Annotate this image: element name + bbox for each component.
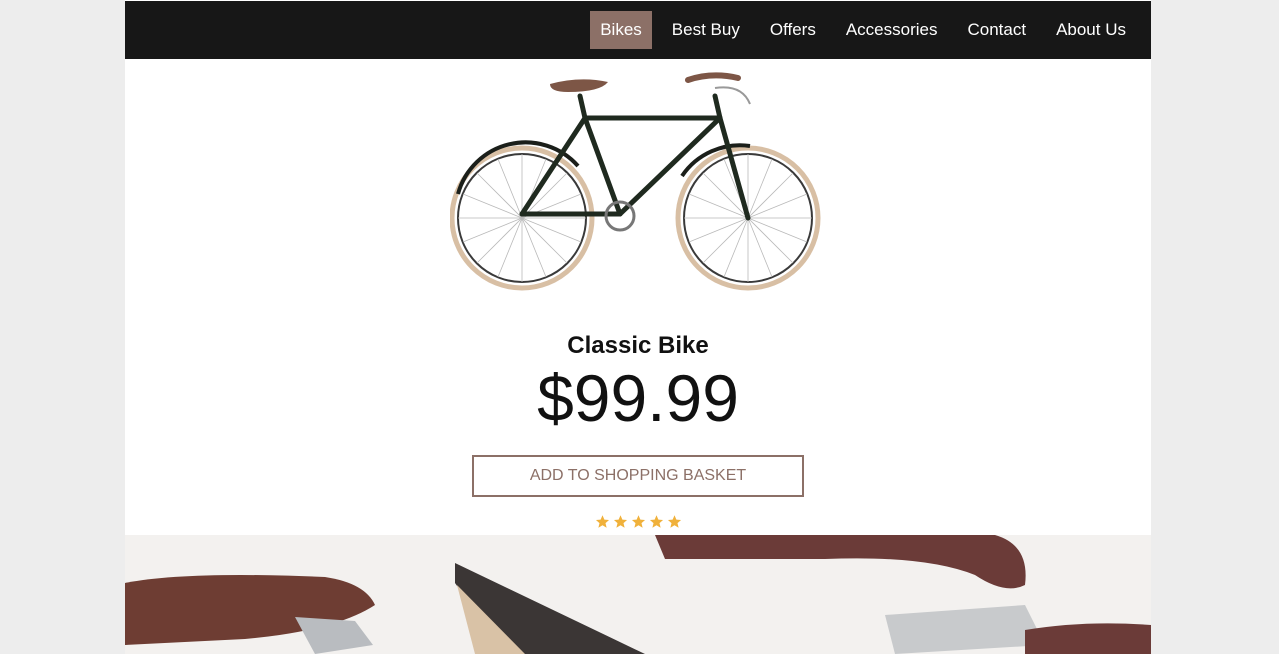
star-icon: [649, 515, 663, 528]
star-icon: [595, 515, 609, 528]
nav-item-about-us[interactable]: About Us: [1046, 11, 1136, 49]
top-navigation: Bikes Best Buy Offers Accessories Contac…: [125, 1, 1151, 59]
star-icon: [613, 515, 627, 528]
nav-item-bikes[interactable]: Bikes: [590, 11, 652, 49]
star-rating: [125, 514, 1151, 529]
star-icon: [631, 515, 645, 528]
product-title: Classic Bike: [567, 332, 709, 359]
nav-item-accessories[interactable]: Accessories: [836, 11, 948, 49]
bike-parts-banner-image: [125, 535, 1151, 654]
page: Bikes Best Buy Offers Accessories Contac…: [125, 0, 1151, 654]
bicycle-image: [450, 72, 821, 291]
product-price: $99.99: [537, 361, 739, 435]
star-icon: [667, 515, 681, 528]
nav-item-offers[interactable]: Offers: [760, 11, 826, 49]
add-to-basket-button[interactable]: ADD TO SHOPPING BASKET: [472, 455, 804, 497]
nav-item-best-buy[interactable]: Best Buy: [662, 11, 750, 49]
nav-item-contact[interactable]: Contact: [957, 11, 1036, 49]
